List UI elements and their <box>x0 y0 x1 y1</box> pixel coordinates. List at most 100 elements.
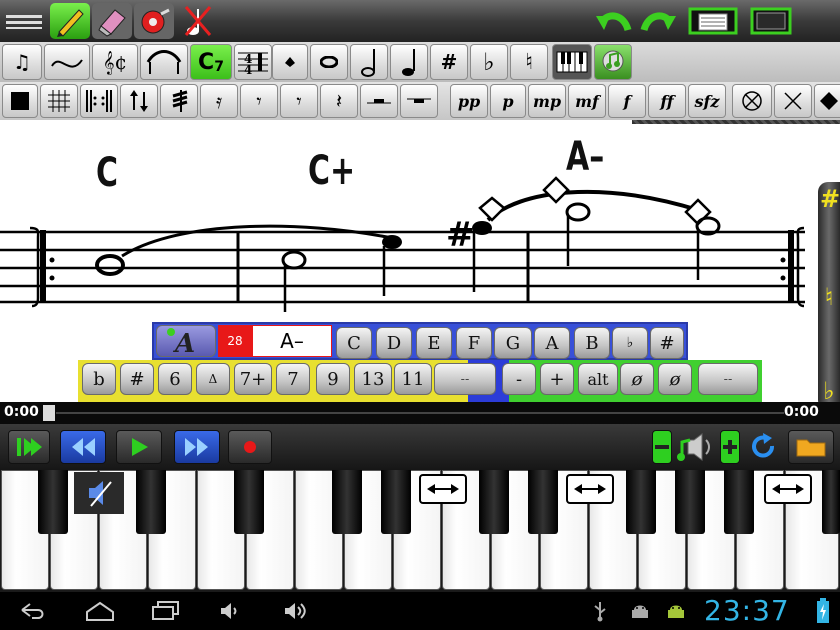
dynamic-mf-button[interactable]: mf <box>568 84 606 118</box>
root-g-button[interactable]: G <box>494 327 532 359</box>
black-key[interactable] <box>234 470 264 534</box>
root-sharp-button[interactable]: # <box>650 327 684 359</box>
diamond-notehead-icon[interactable] <box>814 84 840 118</box>
timeline-slider-thumb[interactable] <box>43 405 55 421</box>
half-note-icon[interactable] <box>350 44 388 80</box>
page-view-icon[interactable] <box>684 3 742 39</box>
slur-tool-icon[interactable] <box>140 44 188 80</box>
mod-blank-button-2[interactable]: -- <box>698 363 758 395</box>
chord-symbol[interactable]: C+ <box>308 148 355 194</box>
root-b-button[interactable]: B <box>574 327 610 359</box>
dynamic-mp-button[interactable]: mp <box>528 84 566 118</box>
delete-note-icon[interactable] <box>176 3 220 39</box>
audio-notes-icon[interactable] <box>594 44 632 80</box>
octave-shift-icon[interactable] <box>764 474 812 504</box>
back-icon[interactable] <box>18 600 48 626</box>
tape-dispenser-icon[interactable] <box>134 3 174 39</box>
mod-6-button[interactable]: 6 <box>158 363 192 395</box>
black-key[interactable] <box>528 470 558 534</box>
recent-apps-icon[interactable] <box>150 600 182 626</box>
mod-major7-button[interactable]: Δ <box>196 363 230 395</box>
sixteenth-rest-icon[interactable]: 𝄿 <box>200 84 238 118</box>
mod-9-button[interactable]: 9 <box>316 363 350 395</box>
dynamic-ff-button[interactable]: ff <box>648 84 686 118</box>
root-d-button[interactable]: D <box>376 327 412 359</box>
clef-tool-icon[interactable]: 𝄞¢ <box>92 44 138 80</box>
undo-icon[interactable] <box>592 3 636 39</box>
black-key[interactable] <box>724 470 754 534</box>
mod-half-diminished-button[interactable]: ø <box>658 363 692 395</box>
black-key[interactable] <box>675 470 705 534</box>
home-icon[interactable] <box>84 600 116 626</box>
octave-shift-icon[interactable] <box>419 474 467 504</box>
volume-down-icon[interactable] <box>652 430 672 464</box>
sharp-tool-icon[interactable]: # <box>430 44 468 80</box>
chord-symbol[interactable]: C <box>96 150 118 196</box>
repeat-bracket-icon[interactable] <box>80 84 118 118</box>
natural-tool-icon[interactable]: ♮ <box>510 44 548 80</box>
skip-to-start-icon[interactable] <box>8 430 50 464</box>
whole-note-icon[interactable] <box>310 44 348 80</box>
mod-minus-button[interactable]: - <box>502 363 536 395</box>
black-key[interactable] <box>626 470 656 534</box>
root-a-button[interactable]: A <box>534 327 570 359</box>
pen-tool-icon[interactable] <box>50 3 90 39</box>
rest-icon[interactable]: 𝄾 <box>280 84 318 118</box>
mod-7-button[interactable]: 7 <box>276 363 310 395</box>
black-key[interactable] <box>136 470 166 534</box>
black-key[interactable] <box>38 470 68 534</box>
current-chord-field[interactable]: A– <box>252 325 332 357</box>
crossed-circle-notehead-icon[interactable] <box>732 84 772 118</box>
x-notehead-icon[interactable] <box>774 84 812 118</box>
grid-icon[interactable] <box>40 84 78 118</box>
mod-sharp-button[interactable]: # <box>120 363 154 395</box>
flat-tool-icon[interactable]: ♭ <box>470 44 508 80</box>
root-c-button[interactable]: C <box>336 327 372 359</box>
loop-icon[interactable] <box>744 430 782 464</box>
piano-mute-icon[interactable] <box>74 472 124 514</box>
black-square-icon[interactable] <box>2 84 38 118</box>
quarter-note-icon[interactable] <box>390 44 428 80</box>
black-key[interactable] <box>822 470 840 534</box>
black-key[interactable] <box>332 470 362 534</box>
play-icon[interactable] <box>116 430 162 464</box>
mod-alt-button[interactable]: alt <box>578 363 618 395</box>
dynamic-p-button[interactable]: p <box>490 84 526 118</box>
side-flat-button[interactable]: ♭ <box>820 376 838 405</box>
dynamic-f-button[interactable]: f <box>608 84 646 118</box>
piano-keyboard-icon[interactable] <box>552 44 592 80</box>
whole-rest-icon[interactable] <box>400 84 438 118</box>
chord-tool-icon[interactable]: C7 <box>190 44 232 80</box>
root-f-button[interactable]: F <box>456 327 492 359</box>
volume-up-system-icon[interactable] <box>282 600 308 626</box>
chord-font-icon[interactable]: A <box>156 325 216 357</box>
volume-up-icon[interactable] <box>720 430 740 464</box>
half-rest-icon[interactable] <box>360 84 398 118</box>
side-natural-button[interactable]: ♮ <box>820 282 838 311</box>
mod-plus-button[interactable]: + <box>540 363 574 395</box>
tremolo-icon[interactable] <box>160 84 198 118</box>
note-tool-icon[interactable]: ♫ <box>2 44 42 80</box>
side-sharp-button[interactable]: # <box>820 184 840 213</box>
mod-blank-button[interactable]: -- <box>434 363 496 395</box>
dynamic-pp-button[interactable]: pp <box>450 84 488 118</box>
folder-icon[interactable] <box>788 430 834 464</box>
dot-tool-icon[interactable] <box>272 44 308 80</box>
timeline-track[interactable] <box>56 412 784 414</box>
mod-13-button[interactable]: 13 <box>354 363 392 395</box>
mod-flat-button[interactable]: b <box>82 363 116 395</box>
eraser-icon[interactable] <box>92 3 132 39</box>
dynamic-sfz-button[interactable]: sfz <box>688 84 726 118</box>
eighth-rest-icon[interactable]: 𝄾 <box>240 84 278 118</box>
chord-symbol[interactable]: A– <box>566 134 604 180</box>
black-key[interactable] <box>479 470 509 534</box>
fullscreen-icon[interactable] <box>746 3 796 39</box>
mod-diminished-button[interactable]: ø <box>620 363 654 395</box>
mod-7plus-button[interactable]: 7+ <box>234 363 272 395</box>
time-signature-icon[interactable]: 44 <box>234 44 272 80</box>
root-flat-button[interactable]: ♭ <box>612 327 648 359</box>
fast-forward-icon[interactable] <box>174 430 220 464</box>
volume-down-system-icon[interactable] <box>218 600 240 626</box>
tie-tool-icon[interactable] <box>44 44 90 80</box>
transpose-icon[interactable] <box>120 84 158 118</box>
